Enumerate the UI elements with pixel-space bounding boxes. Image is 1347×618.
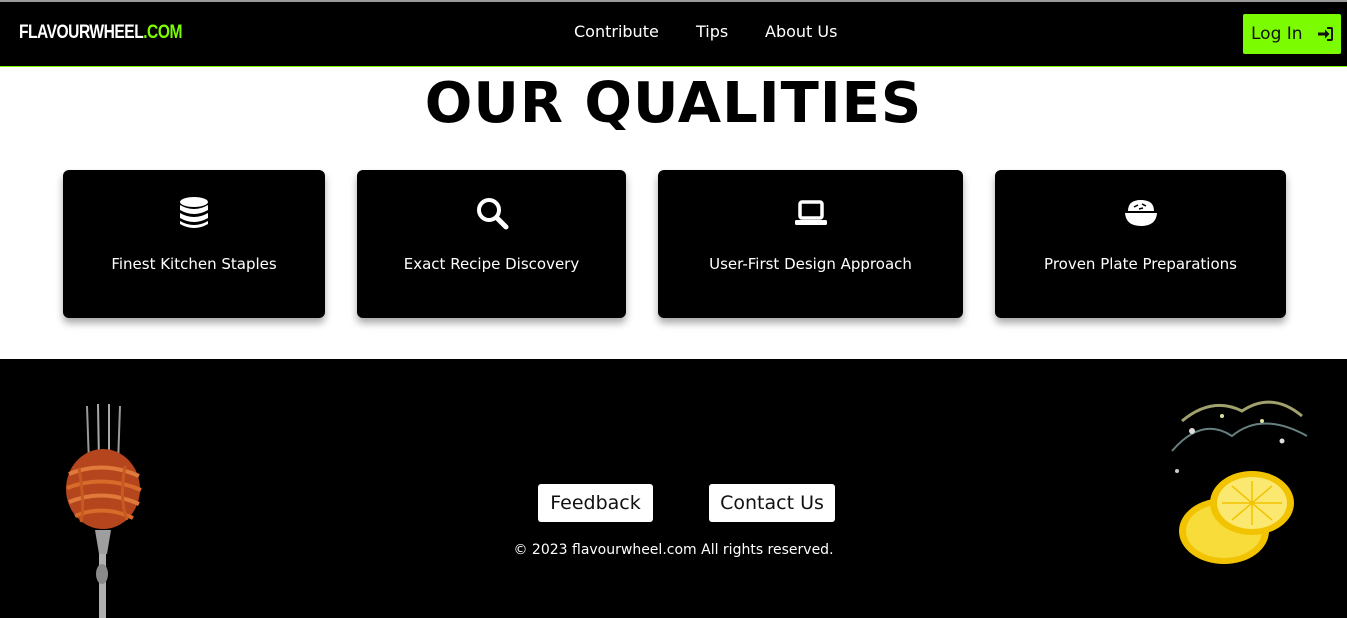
contact-us-button[interactable]: Contact Us (709, 484, 835, 522)
quality-card-user-first: User-First Design Approach (658, 170, 963, 318)
bowl-rice-icon (1124, 200, 1157, 226)
card-label: Exact Recipe Discovery (403, 255, 580, 273)
database-icon (180, 197, 208, 228)
nav-link-tips[interactable]: Tips (696, 22, 728, 41)
card-label: Finest Kitchen Staples (111, 255, 277, 273)
laptop-icon (794, 200, 827, 225)
login-button[interactable]: Log In (1243, 14, 1341, 54)
logo-tld-text: .COM (143, 22, 182, 43)
card-label: User-First Design Approach (709, 255, 912, 273)
quality-card-plate-preparations: Proven Plate Preparations (995, 170, 1286, 318)
lemon-splash-image (1171, 400, 1308, 564)
logo-main-text: FLAVOURWHEEL (19, 22, 144, 43)
search-icon (476, 198, 508, 230)
page-heading: OUR QUALITIES (424, 71, 923, 136)
card-label: Proven Plate Preparations (1044, 255, 1237, 273)
footer: Feedback Contact Us © 2023 flavourwheel.… (0, 359, 1347, 618)
quality-card-staples: Finest Kitchen Staples (63, 170, 325, 318)
feedback-button[interactable]: Feedback (538, 484, 653, 522)
quality-card-recipe-discovery: Exact Recipe Discovery (357, 170, 626, 318)
site-logo[interactable]: FLAVOURWHEEL.COM (19, 22, 182, 44)
nav-link-about-us[interactable]: About Us (765, 22, 837, 41)
sign-in-icon (1318, 27, 1333, 41)
copyright-text: © 2023 flavourwheel.com All rights reser… (513, 542, 834, 558)
nav-link-contribute[interactable]: Contribute (574, 22, 659, 41)
spaghetti-fork-image (66, 404, 142, 618)
login-button-label: Log In (1251, 24, 1303, 44)
navbar: FLAVOURWHEEL.COM Contribute Tips About U… (0, 2, 1347, 67)
